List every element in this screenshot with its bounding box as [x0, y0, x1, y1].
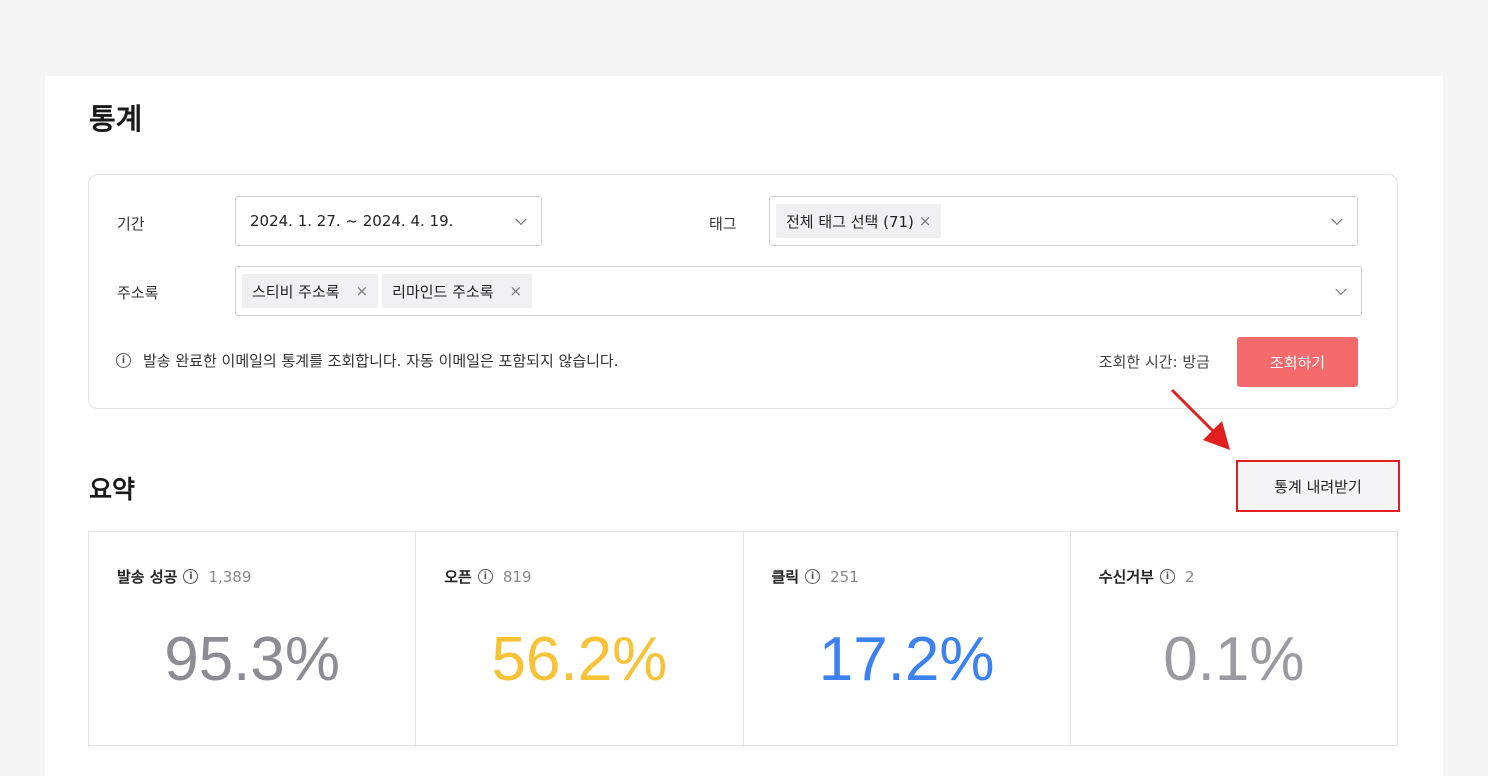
stat-card-unsubscribe: 수신거부 i 2 0.1% — [1071, 532, 1397, 745]
addressbook-chip-label: 스티비 주소록 — [252, 282, 340, 301]
chevron-down-icon — [1331, 213, 1343, 226]
summary-stats: 발송 성공 i 1,389 95.3% 오픈 i 819 56.2% 클릭 i … — [88, 531, 1398, 746]
query-button[interactable]: 조회하기 — [1237, 337, 1358, 387]
filter-panel: 기간 2024. 1. 27. ~ 2024. 4. 19. 태그 전체 태그 … — [88, 174, 1398, 409]
period-select[interactable]: 2024. 1. 27. ~ 2024. 4. 19. — [235, 196, 542, 246]
close-icon[interactable]: × — [510, 282, 523, 300]
stat-name: 발송 성공 — [117, 568, 178, 586]
close-icon[interactable]: × — [356, 282, 369, 300]
addressbook-chip-label: 리마인드 주소록 — [392, 282, 494, 301]
stat-value: 95.3% — [164, 625, 341, 694]
stat-name: 수신거부 — [1098, 568, 1154, 586]
info-icon: i — [116, 353, 131, 368]
stat-value: 56.2% — [491, 625, 668, 694]
stat-value: 17.2% — [818, 625, 995, 694]
stat-value: 0.1% — [1163, 625, 1305, 694]
addressbook-select[interactable]: 스티비 주소록 × 리마인드 주소록 × — [235, 266, 1362, 316]
addressbook-chip: 스티비 주소록 × — [242, 274, 379, 308]
addressbook-label: 주소록 — [117, 284, 159, 302]
tag-label: 태그 — [709, 215, 737, 233]
addressbook-chip: 리마인드 주소록 × — [382, 274, 533, 308]
info-notice: i 발송 완료한 이메일의 통계를 조회합니다. 자동 이메일은 포함되지 않습… — [116, 350, 618, 371]
statistics-page: 통계 기간 2024. 1. 27. ~ 2024. 4. 19. 태그 전체 … — [45, 76, 1443, 776]
tag-chip-label: 전체 태그 선택 (71) — [786, 212, 914, 231]
stat-card-sent: 발송 성공 i 1,389 95.3% — [89, 532, 417, 745]
summary-title: 요약 — [89, 475, 136, 504]
period-value: 2024. 1. 27. ~ 2024. 4. 19. — [250, 212, 454, 230]
period-label: 기간 — [117, 215, 145, 233]
chevron-down-icon — [1335, 283, 1347, 296]
download-stats-button[interactable]: 통계 내려받기 — [1236, 460, 1400, 512]
page-title: 통계 — [89, 102, 143, 136]
close-icon[interactable]: × — [919, 212, 932, 230]
stat-name: 오픈 — [444, 568, 472, 586]
info-icon[interactable]: i — [805, 569, 821, 584]
info-icon[interactable]: i — [477, 569, 493, 584]
tag-chip: 전체 태그 선택 (71) × — [776, 204, 942, 238]
stat-count: 819 — [502, 567, 532, 586]
stat-card-open: 오픈 i 819 56.2% — [416, 532, 744, 745]
chevron-down-icon — [515, 213, 527, 226]
query-time: 조회한 시간: 방금 — [1098, 353, 1210, 371]
stat-name: 클릭 — [771, 568, 800, 586]
stat-count: 2 — [1184, 567, 1195, 586]
stat-card-click: 클릭 i 251 17.2% — [744, 532, 1071, 745]
tag-select[interactable]: 전체 태그 선택 (71) × — [769, 196, 1358, 246]
info-icon[interactable]: i — [183, 569, 199, 584]
stat-count: 251 — [830, 567, 859, 586]
stat-count: 1,389 — [208, 567, 252, 586]
info-icon[interactable]: i — [1159, 569, 1175, 584]
info-text: 발송 완료한 이메일의 통계를 조회합니다. 자동 이메일은 포함되지 않습니다… — [143, 352, 619, 370]
